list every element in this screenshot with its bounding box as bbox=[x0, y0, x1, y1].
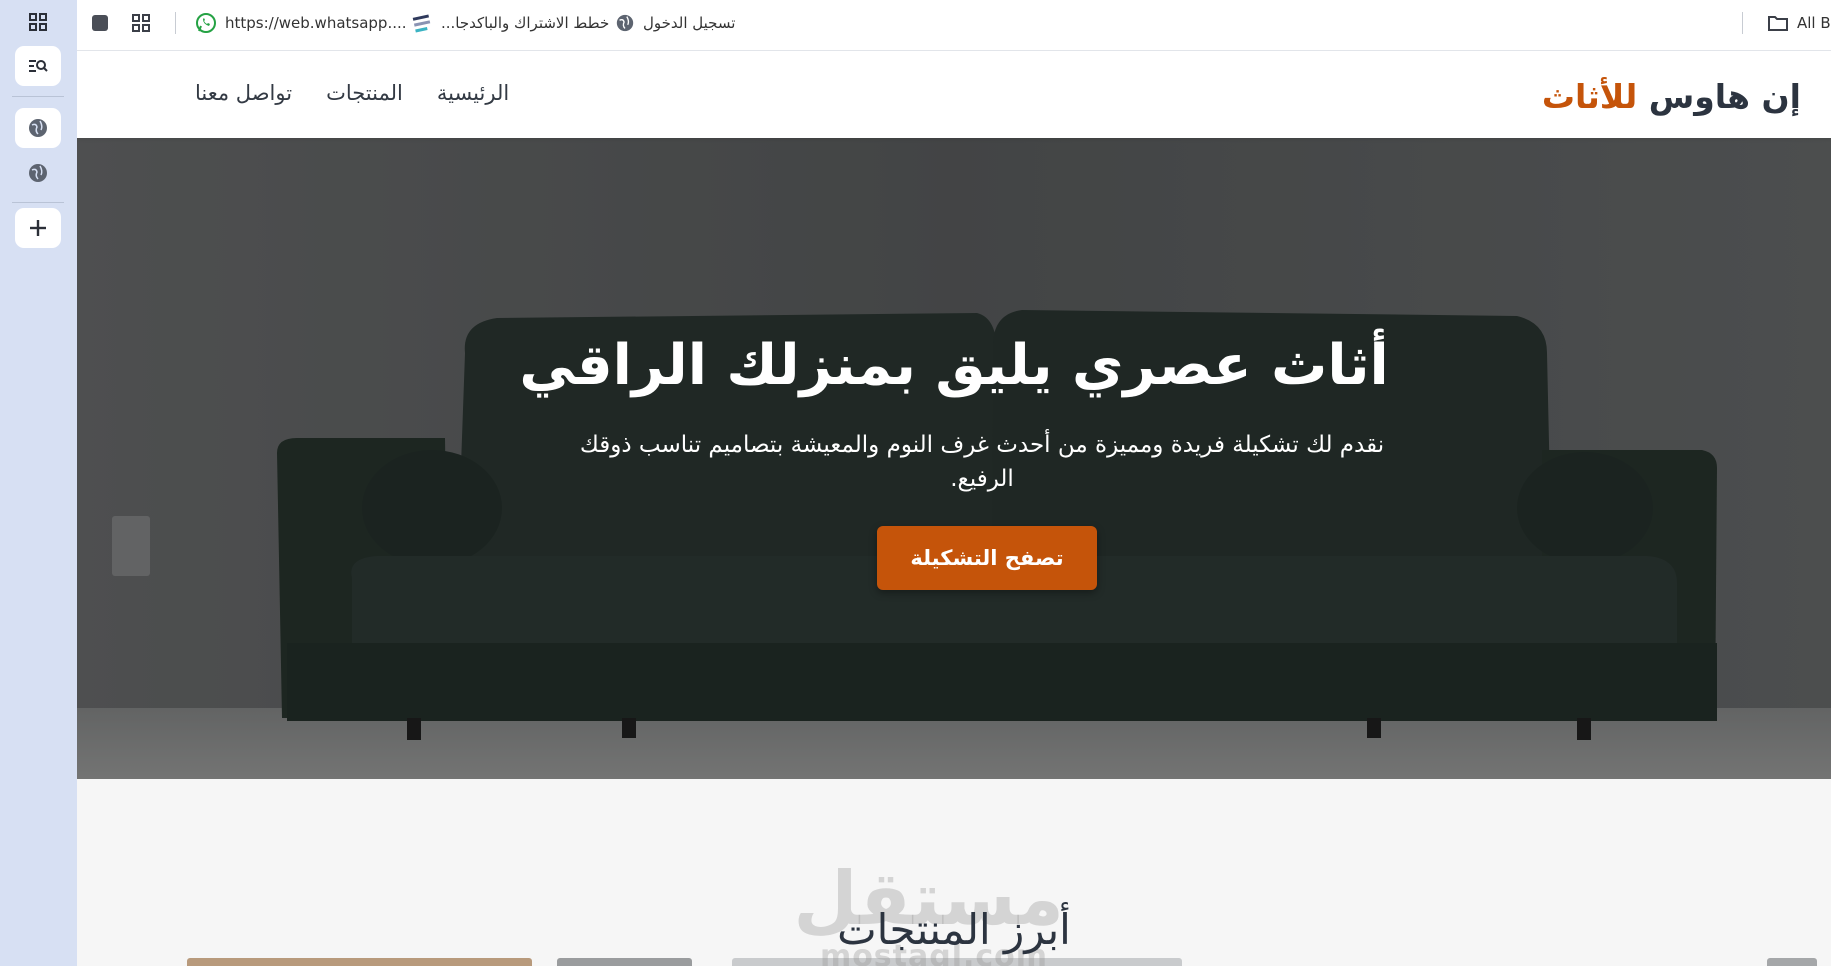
bookmark-whatsapp[interactable]: https://web.whatsapp.... bbox=[195, 0, 407, 46]
logo-accent-text: للأثاث bbox=[1541, 77, 1638, 116]
browser-vertical-sidebar bbox=[0, 0, 77, 966]
site-navbar: إن هاوس للأثاث الرئيسية المنتجات تواصل م… bbox=[77, 51, 1831, 138]
website: إن هاوس للأثاث الرئيسية المنتجات تواصل م… bbox=[77, 51, 1831, 966]
globe-icon bbox=[616, 14, 634, 32]
products-section: مستقل mostaql.com أبرز المنتجات bbox=[77, 779, 1831, 966]
bookmark-subscription-plans[interactable]: خطط الاشتراك والباكدجا... bbox=[411, 0, 609, 46]
bookmark-login[interactable]: تسجيل الدخول bbox=[615, 0, 735, 46]
product-card[interactable] bbox=[557, 958, 692, 966]
sidebar-divider bbox=[12, 96, 64, 97]
globe-icon[interactable] bbox=[15, 153, 61, 193]
hero-title: أثاث عصري يليق بمنزلك الراقي bbox=[519, 333, 1389, 398]
tab-search-icon[interactable] bbox=[15, 46, 61, 86]
add-tab-icon[interactable] bbox=[15, 208, 61, 248]
products-title: أبرز المنتجات bbox=[837, 905, 1071, 954]
stop-square-icon[interactable] bbox=[91, 0, 109, 46]
globe-icon[interactable] bbox=[15, 108, 61, 148]
folder-icon bbox=[1768, 16, 1788, 31]
product-card[interactable] bbox=[187, 958, 532, 966]
bookmark-label: تسجيل الدخول bbox=[643, 14, 736, 32]
bookmarks-bar: https://web.whatsapp.... خطط الاشتراك وا… bbox=[77, 0, 1831, 51]
apps-grid-icon[interactable] bbox=[131, 0, 151, 46]
tabs-grid-icon[interactable] bbox=[15, 2, 61, 42]
product-card[interactable] bbox=[1767, 958, 1817, 966]
nav-products-link[interactable]: المنتجات bbox=[326, 81, 403, 105]
sidebar-divider bbox=[12, 202, 64, 203]
hero-section: أثاث عصري يليق بمنزلك الراقي نقدم لك تشك… bbox=[77, 138, 1831, 779]
site-logo[interactable]: إن هاوس للأثاث bbox=[1542, 77, 1801, 116]
nav-links: الرئيسية المنتجات تواصل معنا bbox=[195, 81, 509, 105]
all-bookmarks-label: All B bbox=[1797, 14, 1831, 32]
bookmark-divider bbox=[175, 12, 176, 34]
nav-contact-link[interactable]: تواصل معنا bbox=[195, 81, 292, 105]
hero-subtitle: نقدم لك تشكيلة فريدة ومميزة من أحدث غرف … bbox=[579, 432, 1385, 492]
all-bookmarks[interactable]: All B bbox=[1767, 0, 1831, 46]
bookmark-label: https://web.whatsapp.... bbox=[225, 14, 407, 32]
nav-home-link[interactable]: الرئيسية bbox=[437, 81, 509, 105]
logo-main-text: إن هاوس bbox=[1637, 77, 1801, 116]
bookmark-label: خطط الاشتراك والباكدجا... bbox=[441, 14, 610, 32]
browse-collection-button[interactable]: تصفح التشكيلة bbox=[877, 526, 1097, 590]
whatsapp-icon bbox=[196, 13, 216, 33]
bookmark-divider bbox=[1742, 12, 1743, 34]
stripes-logo-icon bbox=[412, 14, 431, 33]
